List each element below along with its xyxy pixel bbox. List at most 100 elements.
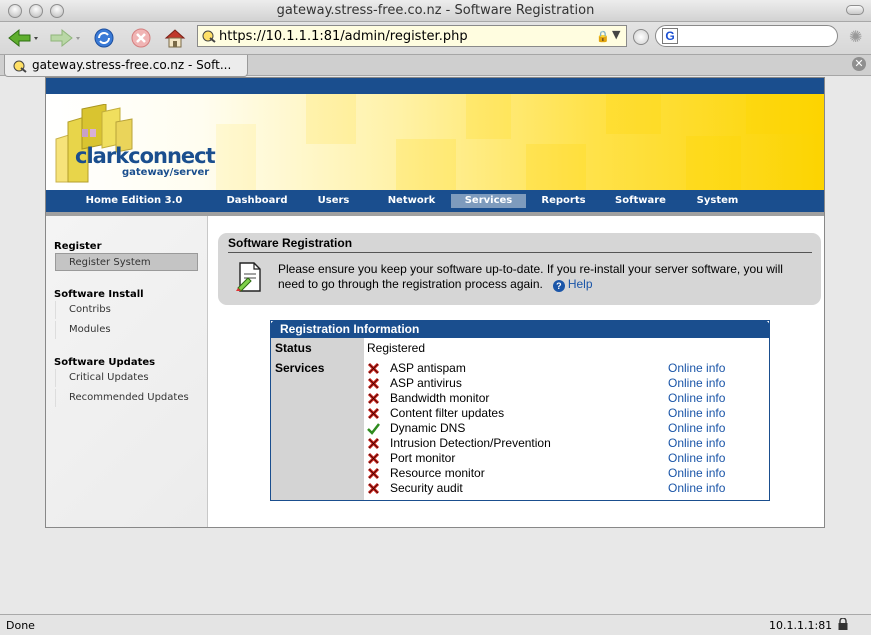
sidebar-item-critical-updates[interactable]: Critical Updates — [55, 369, 198, 387]
service-row: Port monitor Online info — [367, 451, 767, 466]
secure-lock-icon — [838, 618, 848, 630]
sidebar: Register Register System Software Instal… — [46, 216, 208, 527]
tab-label: gateway.stress-free.co.nz - Soft... — [32, 58, 232, 72]
service-name: Resource monitor — [390, 466, 485, 480]
site-icon — [202, 30, 216, 43]
info-message: Please ensure you keep your software up-… — [278, 262, 783, 291]
service-name: Bandwidth monitor — [390, 391, 490, 405]
online-info-link[interactable]: Online info — [668, 361, 725, 375]
service-row: Intrusion Detection/Prevention Online inf… — [367, 436, 767, 451]
registration-panel: Registration Information Status Register… — [270, 320, 770, 501]
sidebar-item-contribs[interactable]: Contribs — [55, 301, 198, 319]
service-name: Port monitor — [390, 451, 456, 465]
online-info-link[interactable]: Online info — [668, 466, 725, 480]
online-info-link[interactable]: Online info — [668, 481, 725, 495]
home-button[interactable] — [163, 26, 187, 50]
reload-button[interactable] — [92, 26, 116, 50]
google-search-icon[interactable]: G — [662, 28, 678, 44]
service-name: Security audit — [390, 481, 463, 495]
status-host: 10.1.1.1:81 — [769, 619, 833, 632]
nav-reports[interactable]: Reports — [526, 190, 601, 212]
url-history-dropdown-icon[interactable]: ▼ — [612, 28, 620, 41]
address-text: https://10.1.1.1:81/admin/register.php — [219, 29, 468, 44]
info-divider — [228, 252, 812, 253]
cross-icon — [367, 467, 380, 480]
service-name: Intrusion Detection/Prevention — [390, 436, 551, 450]
help-icon[interactable]: ? — [552, 280, 565, 292]
banner: clarkconnect gateway/server — [46, 94, 824, 190]
close-tab-icon[interactable]: ✕ — [852, 57, 866, 71]
nav-software[interactable]: Software — [603, 190, 678, 212]
service-row: ASP antivirus Online info — [367, 376, 767, 391]
logo-text: clarkconnect — [75, 144, 216, 168]
status-text: Done — [6, 619, 35, 632]
sidebar-item-recommended-updates[interactable]: Recommended Updates — [55, 389, 198, 407]
secure-lock-icon: 🔒 — [596, 30, 610, 43]
service-row: Dynamic DNS Online info — [367, 421, 767, 436]
online-info-link[interactable]: Online info — [668, 421, 725, 435]
toolbar-toggle-button[interactable] — [846, 5, 864, 15]
page-viewport: clarkconnect gateway/server Home Edition… — [0, 77, 871, 614]
cross-icon — [367, 482, 380, 495]
address-bar[interactable]: https://10.1.1.1:81/admin/register.php 🔒… — [197, 25, 627, 47]
app-frame: clarkconnect gateway/server Home Edition… — [45, 77, 825, 528]
cross-icon — [367, 362, 380, 375]
nav-users[interactable]: Users — [296, 190, 371, 212]
cross-icon — [367, 407, 380, 420]
service-row: Content filter updates Online info — [367, 406, 767, 421]
stop-button[interactable] — [129, 26, 153, 50]
service-row: Resource monitor Online info — [367, 466, 767, 481]
status-label: Status — [275, 341, 312, 355]
service-name: ASP antivirus — [390, 376, 462, 390]
nav-system[interactable]: System — [680, 190, 755, 212]
online-info-link[interactable]: Online info — [668, 451, 725, 465]
services-label: Services — [275, 361, 325, 375]
home-icon — [164, 29, 186, 48]
search-field[interactable]: G — [655, 25, 838, 47]
sidebar-item-register-system[interactable]: Register System — [55, 253, 198, 271]
service-name: Dynamic DNS — [390, 421, 466, 435]
online-info-link[interactable]: Online info — [668, 391, 725, 405]
window-title: gateway.stress-free.co.nz - Software Reg… — [276, 3, 595, 18]
info-text: Please ensure you keep your software up-… — [278, 262, 808, 292]
tab-bar: gateway.stress-free.co.nz - Soft... — [0, 54, 871, 77]
info-title: Software Registration — [228, 236, 353, 250]
browser-window: gateway.stress-free.co.nz - Software Reg… — [0, 0, 871, 635]
online-info-link[interactable]: Online info — [668, 406, 725, 420]
sidebar-section-software-install: Software Install — [54, 289, 144, 300]
online-info-link[interactable]: Online info — [668, 436, 725, 450]
service-row: ASP antispam Online info — [367, 361, 767, 376]
tab-current[interactable]: gateway.stress-free.co.nz - Soft... — [4, 55, 248, 77]
top-stripe — [46, 78, 824, 94]
online-info-link[interactable]: Online info — [668, 376, 725, 390]
forward-button[interactable] — [48, 26, 82, 50]
logo-subtitle: gateway/server — [122, 167, 210, 178]
cross-icon — [367, 437, 380, 450]
back-button[interactable] — [6, 26, 40, 50]
cross-icon — [367, 392, 380, 405]
sidebar-section-register: Register — [54, 241, 102, 252]
stop-icon — [131, 28, 151, 48]
cross-icon — [367, 452, 380, 465]
info-panel: Software Registration Please ensure you … — [218, 233, 821, 305]
registration-title: Registration Information — [270, 320, 770, 338]
back-arrow-icon — [8, 28, 38, 48]
activity-spinner-icon: ✺ — [849, 29, 863, 46]
tab-site-icon — [13, 60, 27, 73]
nav-services[interactable]: Services — [451, 190, 526, 212]
service-name: ASP antispam — [390, 361, 466, 375]
help-link[interactable]: Help — [568, 277, 593, 291]
edition-label: Home Edition 3.0 — [85, 195, 183, 206]
nav-network[interactable]: Network — [374, 190, 449, 212]
service-name: Content filter updates — [390, 406, 505, 420]
document-edit-icon — [236, 262, 261, 292]
go-button[interactable] — [633, 29, 649, 45]
sidebar-item-modules[interactable]: Modules — [55, 321, 198, 339]
title-bar: gateway.stress-free.co.nz - Software Reg… — [0, 0, 871, 22]
service-row: Bandwidth monitor Online info — [367, 391, 767, 406]
status-value: Registered — [367, 341, 426, 355]
forward-arrow-icon — [50, 28, 80, 48]
cross-icon — [367, 377, 380, 390]
nav-dashboard[interactable]: Dashboard — [218, 190, 296, 212]
service-row: Security audit Online info — [367, 481, 767, 496]
